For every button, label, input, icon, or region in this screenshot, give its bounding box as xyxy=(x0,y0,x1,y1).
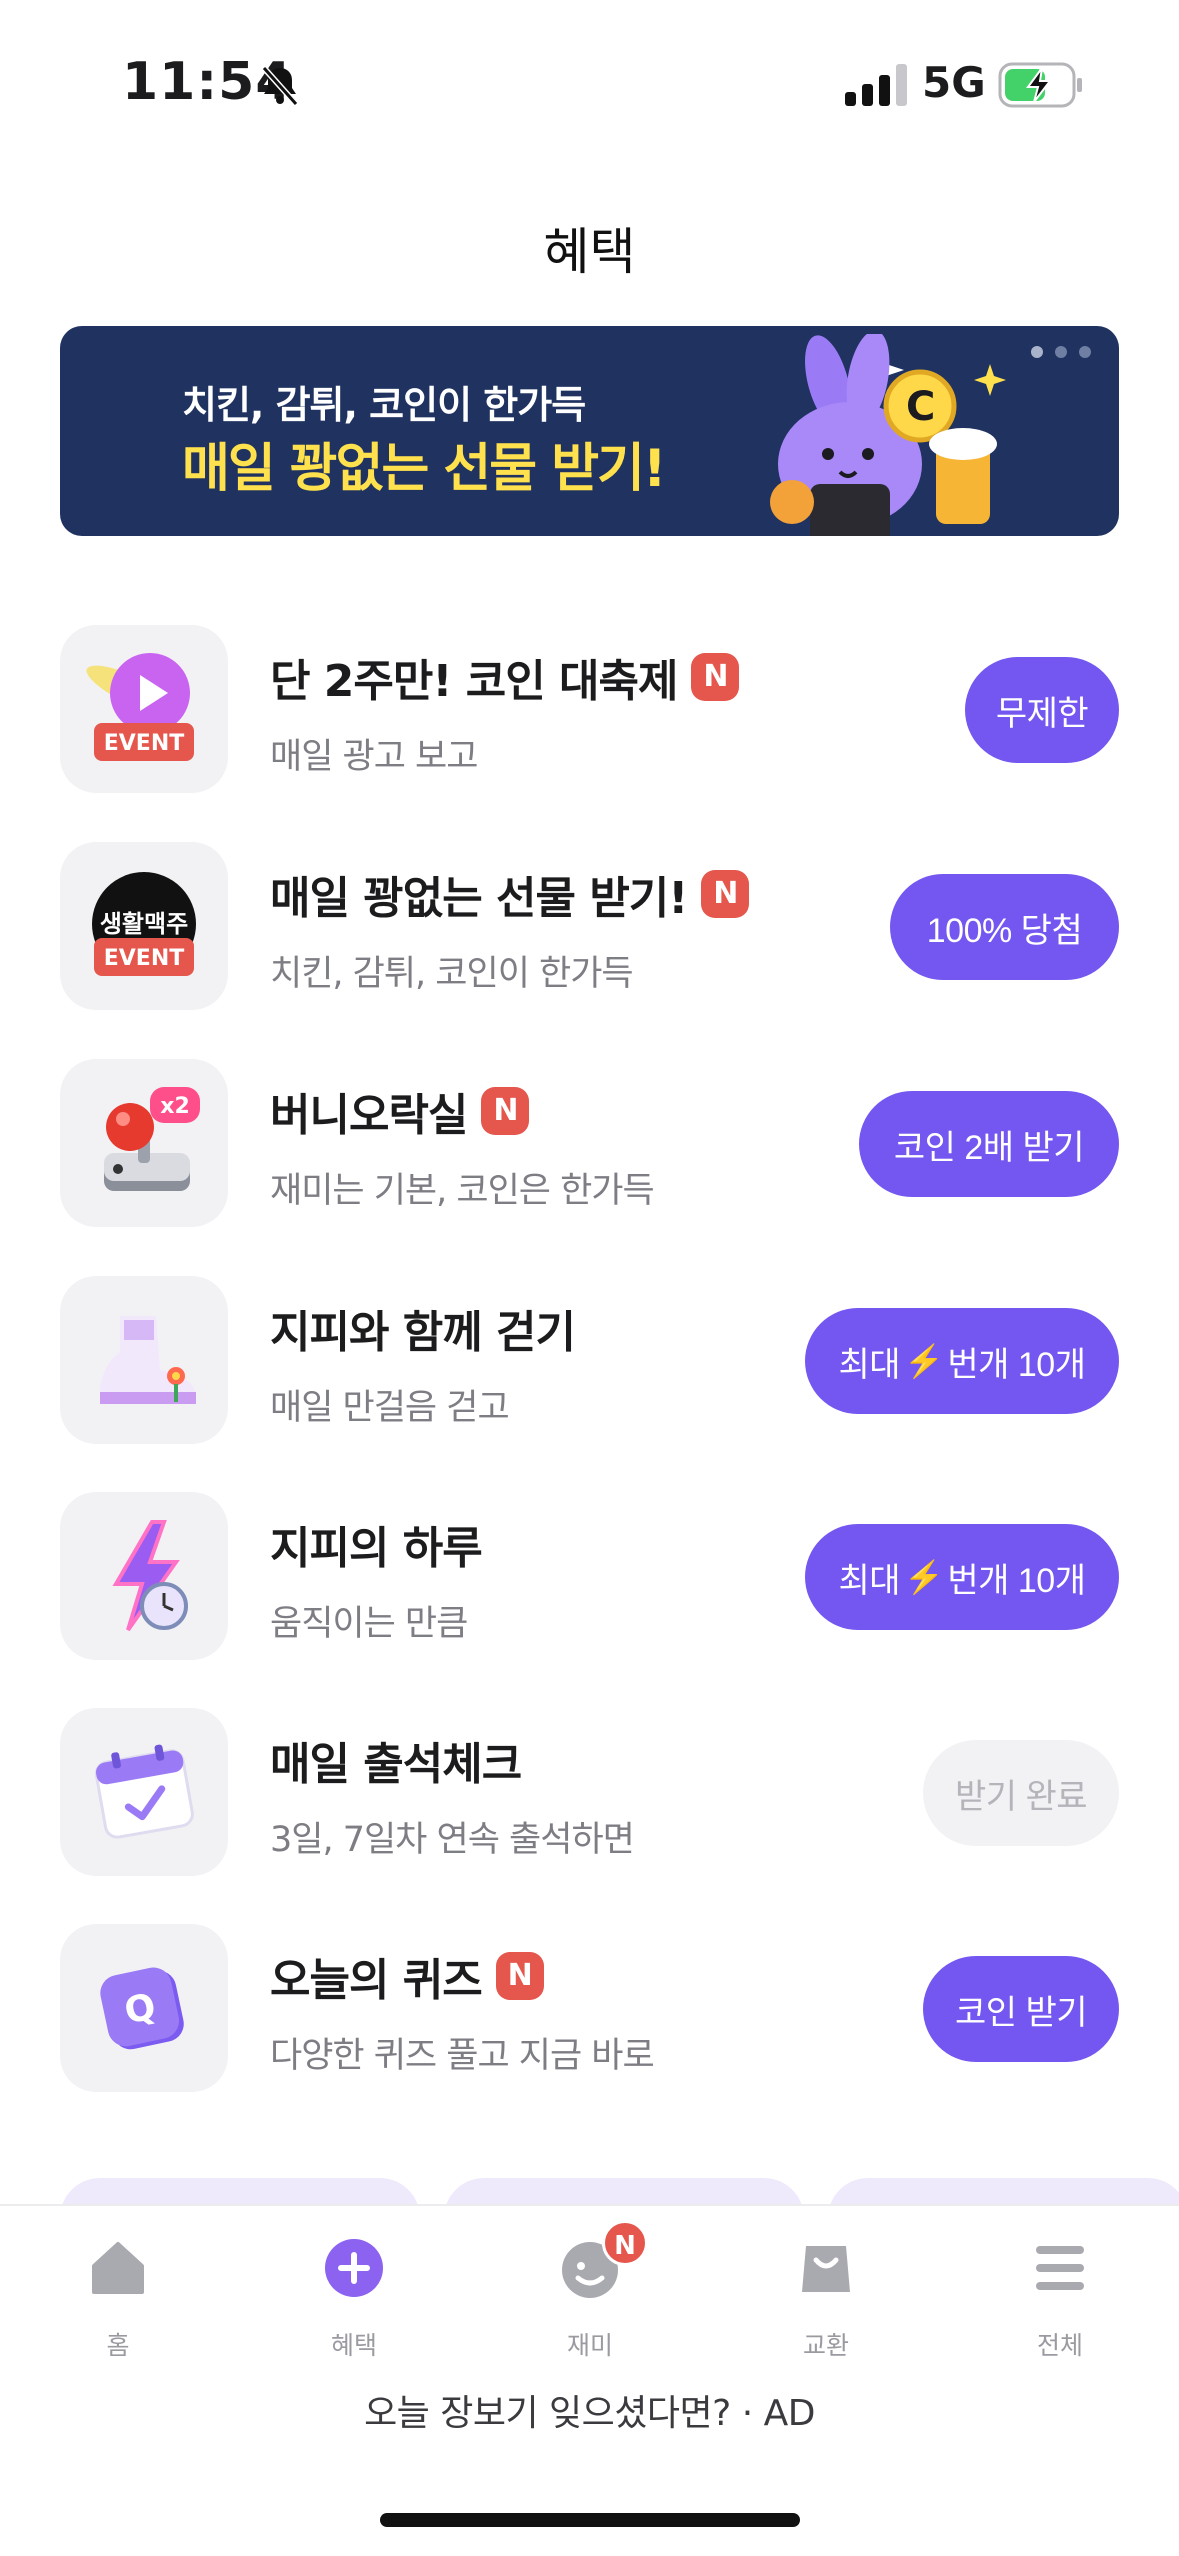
tab-label: 전체 xyxy=(1036,2331,1083,2360)
network-type: 5G xyxy=(922,58,986,107)
item-title-text: 지피의 하루 xyxy=(270,1523,483,1574)
event-play-icon: EVENT xyxy=(60,625,228,793)
list-item-bunny-arcade[interactable]: x2 버니오락실 N 재미는 기본, 코인은 한가득 코인 2배 받기 xyxy=(0,1059,1179,1229)
tab-benefits[interactable]: 혜택 xyxy=(284,2236,424,2360)
item-subtitle: 매일 만걸음 걷고 xyxy=(270,1388,510,1428)
calendar-check-icon xyxy=(60,1708,228,1876)
max-lightning-button[interactable]: 최대 ⚡ 번개 10개 xyxy=(805,1308,1119,1414)
button-suffix: 번개 10개 xyxy=(947,1345,1086,1384)
quiz-icon: Q xyxy=(60,1924,228,2092)
bell-muted-icon xyxy=(261,66,299,106)
shopping-bag-icon xyxy=(802,2246,850,2292)
item-subtitle: 치킨, 감튀, 코인이 한가득 xyxy=(270,954,634,994)
bottom-tab-bar: 홈 혜택 N 재미 교환 전체 xyxy=(0,2204,1179,2556)
banner-dot xyxy=(1031,346,1043,358)
tab-label: 재미 xyxy=(566,2331,613,2360)
item-subtitle: 다양한 퀴즈 풀고 지금 바로 xyxy=(270,2036,655,2076)
banner-dot xyxy=(1079,346,1091,358)
home-icon xyxy=(92,2242,144,2294)
status-bar: 11:54 5G xyxy=(0,0,1179,170)
tab-exchange[interactable]: 교환 xyxy=(756,2236,896,2360)
list-item-daily-gift[interactable]: 생활맥주 EVENT 매일 꽝없는 선물 받기! N 치킨, 감튀, 코인이 한… xyxy=(0,842,1179,1012)
icon-text: 생활맥주 xyxy=(100,910,188,938)
button-prefix: 최대 xyxy=(838,1345,901,1384)
double-coin-button[interactable]: 코인 2배 받기 xyxy=(859,1091,1119,1197)
list-item-coin-festival[interactable]: EVENT 단 2주만! 코인 대축제 N 매일 광고 보고 무제한 xyxy=(0,625,1179,795)
item-title: 지피와 함께 걷기 xyxy=(270,1296,576,1360)
tab-fun[interactable]: N 재미 xyxy=(520,2220,660,2360)
icon-badge-text: EVENT xyxy=(104,946,185,971)
button-suffix: 번개 10개 xyxy=(947,1561,1086,1600)
home-indicator[interactable] xyxy=(380,2513,800,2527)
item-title-text: 버니오락실 xyxy=(270,1090,468,1141)
page-title: 혜택 xyxy=(543,223,636,281)
item-title: 지피의 하루 xyxy=(270,1512,483,1576)
new-badge: N xyxy=(701,870,750,918)
lightning-icon: ⚡ xyxy=(904,1343,944,1379)
item-title-text: 지피와 함께 걷기 xyxy=(270,1307,576,1358)
banner-subtitle: 치킨, 감튀, 코인이 한가득 xyxy=(182,383,586,427)
icon-badge-text: x2 xyxy=(160,1094,190,1119)
item-subtitle: 재미는 기본, 코인은 한가득 xyxy=(270,1171,655,1211)
tab-label: 혜택 xyxy=(330,2331,377,2360)
tab-home[interactable]: 홈 xyxy=(48,2236,188,2360)
bunny-mascot-icon: C xyxy=(770,334,1006,536)
banner-title: 매일 꽝없는 선물 받기! xyxy=(182,439,667,499)
button-prefix: 최대 xyxy=(838,1561,901,1600)
item-subtitle: 매일 광고 보고 xyxy=(270,737,478,777)
banner-dot xyxy=(1055,346,1067,358)
joystick-icon: x2 xyxy=(60,1059,228,1227)
item-title-text: 매일 출석체크 xyxy=(270,1739,522,1790)
svg-text:C: C xyxy=(906,384,935,430)
promo-banner[interactable]: 치킨, 감튀, 코인이 한가득 매일 꽝없는 선물 받기! C xyxy=(60,326,1119,536)
list-item-quiz[interactable]: Q 오늘의 퀴즈 N 다양한 퀴즈 풀고 지금 바로 코인 받기 xyxy=(0,1924,1179,2094)
tab-label: 홈 xyxy=(106,2331,130,2360)
signal-icon xyxy=(845,64,907,106)
item-subtitle: 3일, 7일차 연속 출석하면 xyxy=(270,1820,635,1860)
tab-all[interactable]: 전체 xyxy=(990,2236,1130,2360)
item-title: 매일 출석체크 xyxy=(270,1728,522,1792)
claim-done-button[interactable]: 받기 완료 xyxy=(923,1740,1119,1846)
list-item-zippy-day[interactable]: 지피의 하루 움직이는 만큼 최대 ⚡ 번개 10개 xyxy=(0,1492,1179,1662)
item-title: 매일 꽝없는 선물 받기! N xyxy=(270,862,750,926)
unlimited-button[interactable]: 무제한 xyxy=(965,657,1119,763)
item-subtitle: 움직이는 만큼 xyxy=(270,1604,468,1644)
get-coin-button[interactable]: 코인 받기 xyxy=(923,1956,1119,2062)
item-title-text: 단 2주만! 코인 대축제 xyxy=(270,656,678,707)
icon-badge-text: EVENT xyxy=(104,731,185,756)
item-title-text: 매일 꽝없는 선물 받기! xyxy=(270,873,688,924)
tab-label: 교환 xyxy=(802,2331,849,2360)
sneaker-icon xyxy=(60,1276,228,1444)
ad-banner-text[interactable]: 오늘 장보기 잊으셨다면? · AD xyxy=(0,2384,1179,2436)
list-item-walk[interactable]: 지피와 함께 걷기 매일 만걸음 걷고 최대 ⚡ 번개 10개 xyxy=(0,1276,1179,1446)
app-root: 11:54 5G 혜택 치킨, 감튀, 코인이 한가득 매일 꽝없는 선물 받기… xyxy=(0,0,1179,2556)
menu-icon xyxy=(1036,2246,1084,2290)
item-title: 버니오락실 N xyxy=(270,1079,530,1143)
event-beer-icon: 생활맥주 EVENT xyxy=(60,842,228,1010)
item-title: 단 2주만! 코인 대축제 N xyxy=(270,645,740,709)
item-title-text: 오늘의 퀴즈 xyxy=(270,1955,483,2006)
lightning-clock-icon xyxy=(60,1492,228,1660)
new-badge: N xyxy=(691,653,740,701)
item-title: 오늘의 퀴즈 N xyxy=(270,1944,544,2008)
battery-charging-icon xyxy=(998,62,1082,108)
banner-pagination xyxy=(1031,346,1091,358)
new-badge: N xyxy=(495,1952,544,2000)
win-100-button[interactable]: 100% 당첨 xyxy=(890,874,1119,980)
plus-icon xyxy=(325,2239,383,2297)
new-badge: N xyxy=(481,1087,530,1135)
tab-new-badge: N xyxy=(602,2220,648,2266)
lightning-icon: ⚡ xyxy=(904,1559,944,1595)
max-lightning-button[interactable]: 최대 ⚡ 번개 10개 xyxy=(805,1524,1119,1630)
list-item-attendance[interactable]: 매일 출석체크 3일, 7일차 연속 출석하면 받기 완료 xyxy=(0,1708,1179,1878)
